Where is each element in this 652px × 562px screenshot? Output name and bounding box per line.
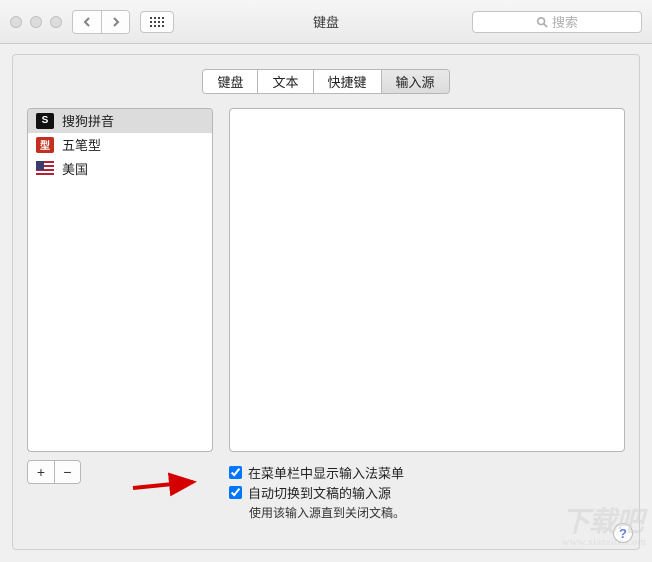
tab-shortcuts[interactable]: 快捷键: [313, 70, 381, 93]
toolbar: 键盘 搜索: [0, 0, 652, 44]
show-input-menu-checkbox[interactable]: [229, 466, 242, 479]
input-source-row[interactable]: 美国: [28, 157, 212, 181]
tab-input[interactable]: 输入源: [381, 70, 449, 93]
wubi-icon: 型: [36, 137, 54, 153]
back-button[interactable]: [73, 11, 101, 33]
minimize-window-button[interactable]: [30, 16, 42, 28]
input-source-label: 搜狗拼音: [62, 111, 114, 130]
content-pane: 键盘文本快捷键输入源 S搜狗拼音型五笔型美国 + − 在菜单栏中显示输入法菜单 …: [12, 54, 640, 550]
chevron-right-icon: [111, 17, 121, 27]
auto-switch-row[interactable]: 自动切换到文稿的输入源: [229, 482, 625, 502]
show-input-menu-row[interactable]: 在菜单栏中显示输入法菜单: [229, 462, 625, 482]
tab-keyboard[interactable]: 键盘: [203, 70, 257, 93]
forward-button[interactable]: [101, 11, 129, 33]
help-button[interactable]: ?: [613, 523, 633, 543]
input-source-list[interactable]: S搜狗拼音型五笔型美国: [27, 108, 213, 452]
auto-switch-checkbox[interactable]: [229, 486, 242, 499]
search-placeholder: 搜索: [552, 12, 578, 31]
remove-source-button[interactable]: −: [54, 461, 80, 483]
chevron-left-icon: [82, 17, 92, 27]
traffic-lights: [10, 16, 62, 28]
show-all-button[interactable]: [140, 11, 174, 33]
zoom-window-button[interactable]: [50, 16, 62, 28]
input-source-row[interactable]: 型五笔型: [28, 133, 212, 157]
tabs-bar: 键盘文本快捷键输入源: [27, 69, 625, 94]
add-source-button[interactable]: +: [28, 461, 54, 483]
search-icon: [536, 16, 548, 28]
input-source-row[interactable]: S 搜狗拼音: [28, 109, 212, 133]
add-remove-group: + −: [27, 460, 81, 484]
auto-switch-help: 使用该输入源直到关闭文稿。: [249, 504, 625, 521]
input-source-label: 美国: [62, 159, 88, 178]
sogou-icon: S: [36, 113, 54, 129]
input-source-label: 五笔型: [62, 135, 101, 154]
show-input-menu-label: 在菜单栏中显示输入法菜单: [248, 463, 404, 482]
close-window-button[interactable]: [10, 16, 22, 28]
nav-back-forward: [72, 10, 130, 34]
grid-icon: [150, 17, 164, 27]
us-icon: [36, 161, 54, 177]
keyboard-preview: [229, 108, 625, 452]
tab-text[interactable]: 文本: [257, 70, 312, 93]
search-field[interactable]: 搜索: [472, 11, 642, 33]
auto-switch-label: 自动切换到文稿的输入源: [248, 483, 391, 502]
